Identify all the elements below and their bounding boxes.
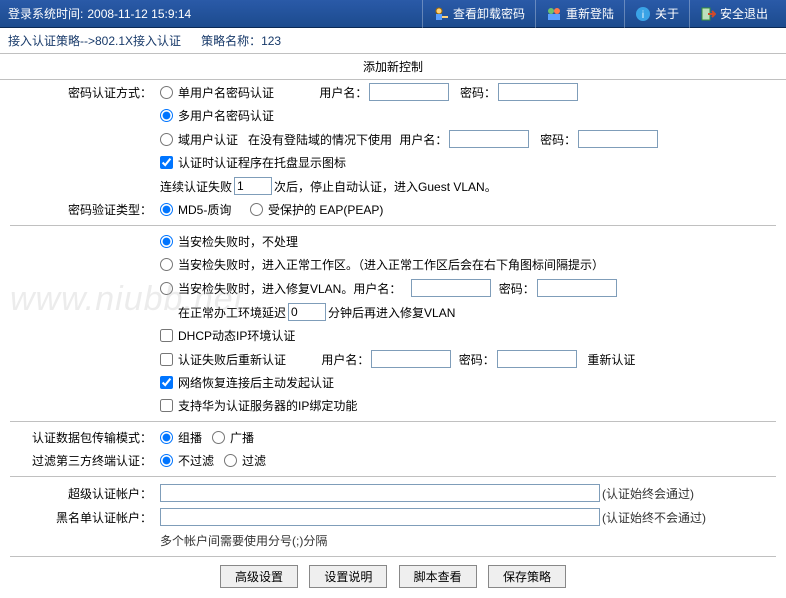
reauth-action[interactable]: 重新认证 xyxy=(587,351,635,368)
radio-sec-fix[interactable]: 当安检失败时，进入修复VLAN。用户名： xyxy=(160,280,401,297)
radio-single-user[interactable]: 单用户名密码认证 xyxy=(160,84,274,101)
radio-peap-label: 受保护的 EAP(PEAP) xyxy=(268,201,383,218)
radio-multi-user[interactable]: 多用户名密码认证 xyxy=(160,107,274,124)
black-acct-input[interactable] xyxy=(160,508,600,526)
super-acct-note: (认证始终会通过) xyxy=(602,485,694,502)
footer-buttons: 高级设置 设置说明 脚本查看 保存策略 xyxy=(10,556,776,594)
checkbox-network-label: 网络恢复连接后主动发起认证 xyxy=(178,374,334,391)
topbar-right: 查看卸载密码 重新登陆 i 关于 安全退出 xyxy=(422,0,778,28)
user-key-icon xyxy=(433,6,449,22)
pwd-verify-label: 密码验证类型： xyxy=(10,201,160,218)
radio-md5[interactable]: MD5-质询 xyxy=(160,201,231,218)
checkbox-tray-icon[interactable]: 认证时认证程序在托盘显示图标 xyxy=(160,154,346,171)
domain-user-input[interactable] xyxy=(449,130,529,148)
single-pwd-label: 密码： xyxy=(460,84,496,101)
users-icon xyxy=(546,6,562,22)
nav-exit-label: 安全退出 xyxy=(720,5,768,22)
reauth-user-label: 用户名： xyxy=(321,351,369,368)
reauth-user-input[interactable] xyxy=(371,350,451,368)
reauth-pwd-input[interactable] xyxy=(497,350,577,368)
checkbox-dhcp-label: DHCP动态IP环境认证 xyxy=(178,327,295,344)
checkbox-reauth-label: 认证失败后重新认证 xyxy=(178,351,286,368)
nav-exit[interactable]: 安全退出 xyxy=(689,0,778,28)
delay-post: 分钟后再进入修复VLAN xyxy=(328,304,455,321)
black-acct-label: 黑名单认证帐户： xyxy=(10,509,160,526)
fail-post: 次后，停止自动认证，进入Guest VLAN。 xyxy=(274,178,497,195)
radio-peap[interactable]: 受保护的 EAP(PEAP) xyxy=(250,201,383,218)
checkbox-tray-label: 认证时认证程序在托盘显示图标 xyxy=(178,154,346,171)
pwd-auth-label: 密码认证方式： xyxy=(10,84,160,101)
svg-text:i: i xyxy=(642,10,644,21)
checkbox-dhcp[interactable]: DHCP动态IP环境认证 xyxy=(160,327,295,344)
radio-sec-none[interactable]: 当安检失败时，不处理 xyxy=(160,233,298,250)
radio-filter-yes[interactable]: 过滤 xyxy=(224,452,266,469)
nav-view-password[interactable]: 查看卸载密码 xyxy=(422,0,535,28)
topbar: 登录系统时间: 2008-11-12 15:9:14 查看卸载密码 重新登陆 i… xyxy=(0,0,786,28)
domain-note: 在没有登陆域的情况下使用 xyxy=(248,131,392,148)
nav-about[interactable]: i 关于 xyxy=(624,0,689,28)
nav-relogin-label: 重新登陆 xyxy=(566,5,614,22)
fix-user-input[interactable] xyxy=(411,279,491,297)
radio-sec-normal[interactable]: 当安检失败时，进入正常工作区。（进入正常工作区后会在右下角图标间隔提示） xyxy=(160,256,604,273)
radio-broadcast[interactable]: 广播 xyxy=(212,429,254,446)
radio-sec-normal-label: 当安检失败时，进入正常工作区。（进入正常工作区后会在右下角图标间隔提示） xyxy=(178,256,604,273)
nav-view-password-label: 查看卸载密码 xyxy=(453,5,525,22)
btn-save[interactable]: 保存策略 xyxy=(488,565,566,588)
section-title: 添加新控制 xyxy=(0,54,786,80)
super-acct-input[interactable] xyxy=(160,484,600,502)
fix-pwd-label: 密码： xyxy=(499,280,535,297)
super-acct-label: 超级认证帐户： xyxy=(10,485,160,502)
checkbox-network-recover[interactable]: 网络恢复连接后主动发起认证 xyxy=(160,374,334,391)
radio-domain-user[interactable]: 域用户认证 xyxy=(160,131,238,148)
domain-user-label: 用户名： xyxy=(399,131,447,148)
content: www.niubb.net 密码认证方式： 单用户名密码认证 用户名： 密码： … xyxy=(0,80,786,598)
single-pwd-input[interactable] xyxy=(498,83,578,101)
btn-desc[interactable]: 设置说明 xyxy=(309,565,387,588)
radio-multi-user-label: 多用户名密码认证 xyxy=(178,107,274,124)
policy-name-label: 策略名称： xyxy=(201,34,261,48)
policy-name-value: 123 xyxy=(261,34,281,48)
delay-input[interactable] xyxy=(288,303,326,321)
black-acct-note: (认证始终不会通过) xyxy=(602,509,706,526)
radio-domain-user-label: 域用户认证 xyxy=(178,131,238,148)
exit-icon xyxy=(700,6,716,22)
breadcrumb-path: 接入认证策略-->802.1X接入认证 xyxy=(8,34,181,48)
radio-sec-fix-label: 当安检失败时，进入修复VLAN。用户名： xyxy=(178,280,401,297)
checkbox-huawei[interactable]: 支持华为认证服务器的IP绑定功能 xyxy=(160,397,357,414)
checkbox-huawei-label: 支持华为认证服务器的IP绑定功能 xyxy=(178,397,357,414)
domain-pwd-label: 密码： xyxy=(540,131,576,148)
btn-script[interactable]: 脚本查看 xyxy=(399,565,477,588)
fix-pwd-input[interactable] xyxy=(537,279,617,297)
radio-filter-no-label: 不过滤 xyxy=(178,452,214,469)
filter-label: 过滤第三方终端认证： xyxy=(10,452,160,469)
reauth-pwd-label: 密码： xyxy=(459,351,495,368)
btn-advanced[interactable]: 高级设置 xyxy=(220,565,298,588)
info-icon: i xyxy=(635,6,651,22)
topbar-left: 登录系统时间: 2008-11-12 15:9:14 xyxy=(8,5,422,22)
radio-multicast[interactable]: 组播 xyxy=(160,429,202,446)
fail-pre: 连续认证失败 xyxy=(160,178,232,195)
login-time-value: 2008-11-12 15:9:14 xyxy=(87,7,191,21)
delay-pre: 在正常办工环境延迟 xyxy=(178,304,286,321)
fail-count-input[interactable] xyxy=(234,177,272,195)
radio-filter-no[interactable]: 不过滤 xyxy=(160,452,214,469)
radio-sec-none-label: 当安检失败时，不处理 xyxy=(178,233,298,250)
login-time-label: 登录系统时间: xyxy=(8,5,83,22)
single-user-label: 用户名： xyxy=(319,84,367,101)
radio-md5-label: MD5-质询 xyxy=(178,201,231,218)
radio-filter-yes-label: 过滤 xyxy=(242,452,266,469)
radio-multicast-label: 组播 xyxy=(178,429,202,446)
nav-about-label: 关于 xyxy=(655,5,679,22)
breadcrumb: 接入认证策略-->802.1X接入认证 策略名称：123 xyxy=(0,28,786,54)
transport-label: 认证数据包传输模式： xyxy=(10,429,160,446)
black-acct-hint: 多个帐户间需要使用分号(;)分隔 xyxy=(160,532,327,549)
nav-relogin[interactable]: 重新登陆 xyxy=(535,0,624,28)
domain-pwd-input[interactable] xyxy=(578,130,658,148)
checkbox-reauth[interactable]: 认证失败后重新认证 xyxy=(160,351,286,368)
single-user-input[interactable] xyxy=(369,83,449,101)
radio-broadcast-label: 广播 xyxy=(230,429,254,446)
radio-single-user-label: 单用户名密码认证 xyxy=(178,84,274,101)
